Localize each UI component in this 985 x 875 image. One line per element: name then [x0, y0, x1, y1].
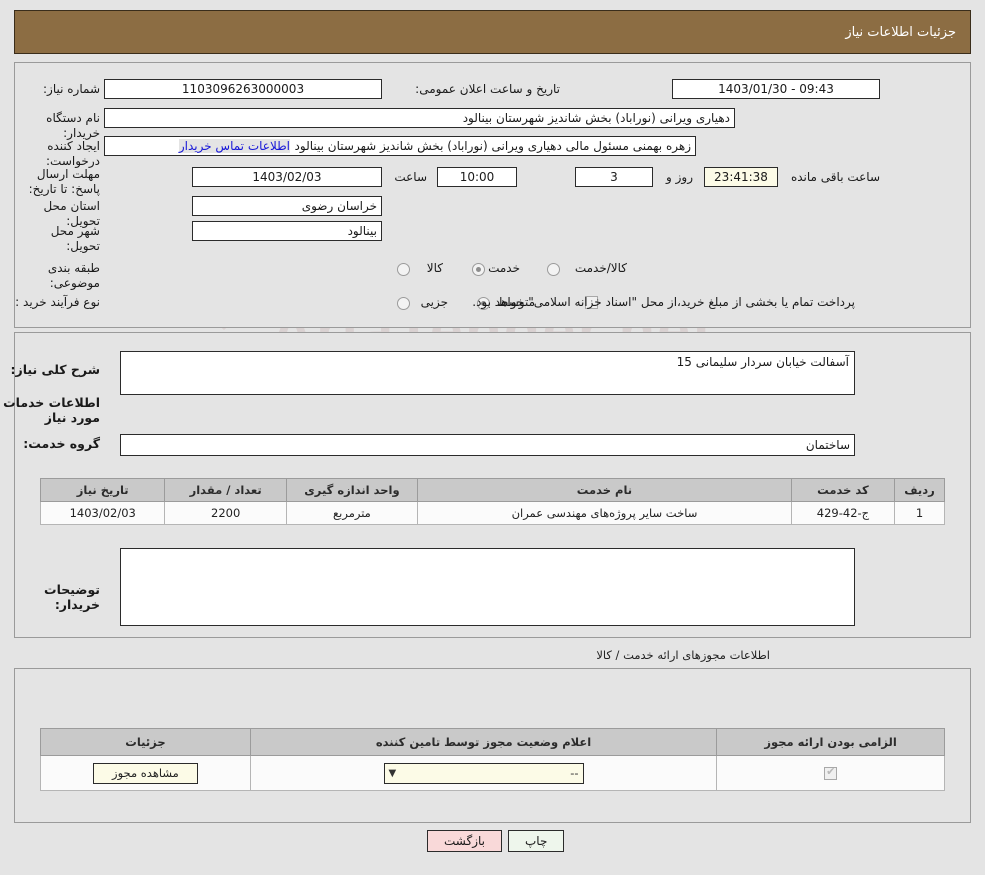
- general-desc-label: شرح کلی نیاز:: [10, 362, 100, 377]
- radio-category-service[interactable]: [472, 263, 485, 276]
- announce-datetime-label: تاریخ و ساعت اعلان عمومی:: [415, 82, 560, 96]
- purchase-type-label: نوع فرآیند خرید :: [15, 295, 100, 309]
- permits-row: ▼ -- مشاهده مجوز: [40, 755, 945, 791]
- cell-row: 1: [893, 501, 946, 525]
- days-unit-label: روز و: [666, 170, 693, 184]
- need-number-value: 1103096263000003: [104, 79, 382, 99]
- buyer-org-value: دهیاری ویرانی (نوراباد) بخش شاندیز شهرست…: [104, 108, 735, 128]
- cell-quantity: 2200: [164, 501, 287, 525]
- radio-category-goods-service-label: کالا/خدمت: [574, 261, 627, 275]
- announce-datetime-value: 09:43 - 1403/01/30: [672, 79, 880, 99]
- back-button[interactable]: بازگشت: [427, 830, 502, 852]
- col-permit-status: اعلام وضعیت مجوز توسط تامین کننده: [249, 728, 718, 756]
- col-permit-required: الزامی بودن ارائه مجوز: [716, 728, 945, 756]
- need-info-panel: [14, 62, 971, 328]
- services-section-heading: اطلاعات خدمات مورد نیاز: [3, 395, 100, 425]
- permit-required-checkbox: [824, 765, 838, 780]
- buyer-org-label: نام دستگاه خریدار:: [46, 111, 100, 140]
- deadline-time-value: 10:00: [437, 167, 517, 187]
- permits-table: الزامی بودن ارائه مجوز اعلام وضعیت مجوز …: [40, 728, 945, 791]
- col-service-code: کد خدمت: [790, 478, 895, 502]
- radio-category-service-label: خدمت: [488, 261, 520, 275]
- cell-permit-status: ▼ --: [249, 755, 718, 791]
- treasury-bond-label: پرداخت تمام یا بخشی از مبلغ خرید،از محل …: [472, 295, 855, 309]
- cell-unit: مترمربع: [285, 501, 418, 525]
- permits-caption: اطلاعات مجوزهای ارائه خدمت / کالا: [596, 648, 770, 662]
- cell-service-name: ساخت سایر پروژه‌های مهندسی عمران: [416, 501, 792, 525]
- permit-status-value: --: [570, 765, 579, 780]
- col-permit-details: جزئیات: [40, 728, 251, 756]
- requester-label: ایجاد کننده درخواست:: [46, 139, 100, 168]
- cell-permit-required: [716, 755, 945, 791]
- need-number-label: شماره نیاز:: [43, 82, 100, 96]
- col-need-date: تاریخ نیاز: [39, 478, 166, 502]
- buyer-contact-link[interactable]: اطلاعات تماس خریدار: [178, 139, 290, 153]
- cell-service-code: ج-42-429: [790, 501, 895, 525]
- delivery-city-value: بینالود: [192, 221, 382, 241]
- col-unit: واحد اندازه گیری: [285, 478, 418, 502]
- category-label: طبقه بندی موضوعی:: [47, 261, 100, 290]
- radio-category-goods-service[interactable]: [547, 263, 560, 276]
- deadline-label: مهلت ارسال پاسخ: تا تاریخ:: [28, 167, 100, 196]
- print-button[interactable]: چاپ: [508, 830, 565, 852]
- col-service-name: نام خدمت: [416, 478, 792, 502]
- service-items-table: ردیف کد خدمت نام خدمت واحد اندازه گیری ت…: [39, 478, 946, 525]
- delivery-city-label: شهر محل تحویل:: [50, 224, 100, 253]
- radio-purchase-minor[interactable]: [397, 297, 410, 310]
- permit-status-dropdown[interactable]: ▼ --: [383, 762, 584, 784]
- chevron-down-icon: ▼: [388, 767, 397, 779]
- remaining-days-value: 3: [575, 167, 653, 187]
- col-quantity: تعداد / مقدار: [164, 478, 287, 502]
- buyer-notes-textarea[interactable]: [120, 548, 855, 626]
- page-title: جزئیات اطلاعات نیاز: [845, 24, 956, 40]
- general-desc-textarea[interactable]: [120, 351, 855, 395]
- radio-purchase-minor-label: جزیی: [420, 295, 448, 309]
- table-row: 1 ج-42-429 ساخت سایر پروژه‌های مهندسی عم…: [39, 501, 946, 525]
- service-group-value: ساختمان: [120, 434, 855, 456]
- page-header: جزئیات اطلاعات نیاز: [14, 10, 971, 54]
- service-group-label: گروه خدمت:: [23, 436, 100, 451]
- table-header-row: ردیف کد خدمت نام خدمت واحد اندازه گیری ت…: [39, 478, 946, 502]
- col-row: ردیف: [893, 478, 946, 502]
- radio-category-goods[interactable]: [397, 263, 410, 276]
- deadline-date-value: 1403/02/03: [192, 167, 382, 187]
- hour-label: ساعت: [394, 170, 427, 184]
- cell-permit-details: مشاهده مجوز: [40, 755, 251, 791]
- permits-header-row: الزامی بودن ارائه مجوز اعلام وضعیت مجوز …: [40, 728, 945, 756]
- delivery-province-value: خراسان رضوی: [192, 196, 382, 216]
- view-permit-button[interactable]: مشاهده مجوز: [93, 762, 198, 784]
- buyer-notes-label: توضیحات خریدار:: [44, 582, 100, 612]
- radio-category-goods-label: کالا: [426, 261, 443, 275]
- cell-need-date: 1403/02/03: [39, 501, 166, 525]
- countdown-value: 23:41:38: [704, 167, 778, 187]
- countdown-unit-label: ساعت باقی مانده: [790, 170, 880, 184]
